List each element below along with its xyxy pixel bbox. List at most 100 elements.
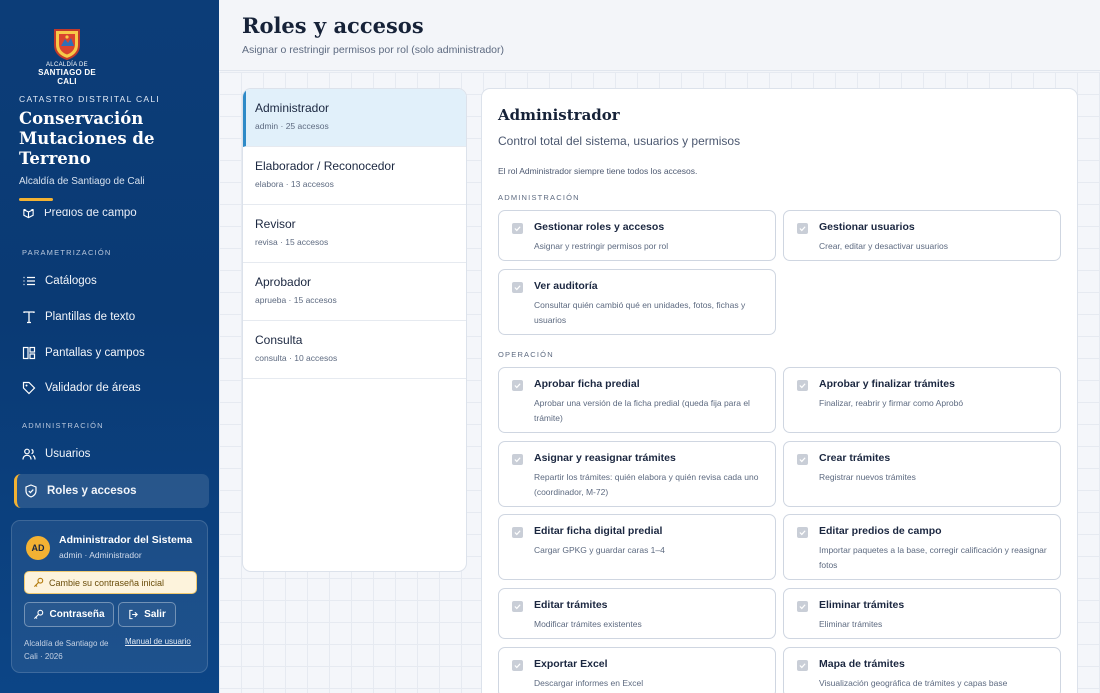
check-icon — [799, 383, 806, 389]
permission-description: Crear, editar y desactivar usuarios — [819, 241, 948, 251]
app-subtitle: Alcaldía de Santiago de Cali — [19, 176, 145, 187]
user-role: admin · Administrador — [59, 550, 142, 560]
logout-button[interactable]: Salir — [118, 602, 176, 627]
permission-card[interactable]: Eliminar trámites Eliminar trámites — [783, 588, 1061, 639]
role-name: Aprobador — [255, 275, 312, 289]
app-title: Conservación Mutaciones de Terreno — [19, 109, 155, 168]
permission-checkbox[interactable] — [512, 380, 523, 391]
permission-description: Cargar GPKG y guardar caras 1–4 — [534, 545, 665, 555]
role-item-administrador[interactable]: Administrador admin · 25 accesos — [243, 89, 466, 147]
brand-accent-line — [19, 198, 53, 201]
permission-card[interactable]: Crear trámites Registrar nuevos trámites — [783, 441, 1061, 507]
permission-title: Crear trámites — [819, 452, 891, 464]
sidebar-item-validador-de-areas[interactable]: Validador de áreas — [14, 371, 209, 405]
permission-title: Gestionar usuarios — [819, 221, 915, 233]
role-item-aprobador[interactable]: Aprobador aprueba · 15 accesos — [243, 263, 466, 321]
section-parametrizacion: PARAMETRIZACIÓN — [22, 248, 112, 257]
roles-list: Administrador admin · 25 accesos Elabora… — [242, 88, 467, 572]
page-header: Roles y accesos Asignar o restringir per… — [219, 0, 1100, 71]
permission-description: Modificar trámites existentes — [534, 619, 642, 629]
permission-checkbox[interactable] — [512, 454, 523, 465]
permission-card[interactable]: Editar trámites Modificar trámites exist… — [498, 588, 776, 639]
permission-checkbox[interactable] — [797, 223, 808, 234]
sidebar-item-plantillas-de-texto[interactable]: Plantillas de texto — [14, 300, 209, 334]
permission-checkbox[interactable] — [797, 454, 808, 465]
role-detail-description: Control total del sistema, usuarios y pe… — [498, 134, 741, 148]
permission-card[interactable]: Editar predios de campo Importar paquete… — [783, 514, 1061, 580]
permission-title: Ver auditoría — [534, 280, 598, 292]
sidebar-item-predios-de-campo[interactable]: Predios de campo — [22, 209, 137, 223]
check-icon — [514, 285, 521, 291]
permission-checkbox[interactable] — [512, 660, 523, 671]
permission-checkbox[interactable] — [512, 282, 523, 293]
permission-card[interactable]: Ver auditoría Consultar quién cambió qué… — [498, 269, 776, 335]
password-button-label: Contraseña — [49, 609, 105, 620]
page-title: Roles y accesos — [242, 13, 424, 38]
permission-description: Eliminar trámites — [819, 619, 883, 629]
permission-checkbox[interactable] — [797, 601, 808, 612]
sidebar-item-roles-y-accesos[interactable]: Roles y accesos — [14, 474, 209, 508]
section-administracion: ADMINISTRACIÓN — [22, 421, 104, 430]
permission-card[interactable]: Mapa de trámites Visualización geográfic… — [783, 647, 1061, 693]
permission-checkbox[interactable] — [512, 527, 523, 538]
permission-title: Mapa de trámites — [819, 658, 905, 670]
key-icon — [34, 609, 44, 620]
warning-text: Cambie su contraseña inicial — [49, 577, 165, 588]
permission-card[interactable]: Aprobar ficha predial Aprobar una versió… — [498, 367, 776, 433]
permission-checkbox[interactable] — [797, 660, 808, 671]
sidebar-item-label: Pantallas y campos — [45, 347, 145, 359]
permission-title: Gestionar roles y accesos — [534, 221, 665, 233]
permission-description: Aprobar una versión de la ficha predial … — [534, 398, 750, 423]
permission-checkbox[interactable] — [512, 223, 523, 234]
password-button[interactable]: Contraseña — [24, 602, 114, 627]
list-icon — [23, 276, 35, 286]
sidebar-item-label: Plantillas de texto — [45, 311, 136, 323]
layout-icon — [22, 346, 36, 360]
permission-title: Eliminar trámites — [819, 599, 905, 611]
tag-icon — [22, 381, 36, 395]
logout-icon — [129, 609, 139, 620]
avatar: AD — [26, 536, 50, 560]
sidebar-item-usuarios[interactable]: Usuarios — [14, 437, 209, 471]
permission-card[interactable]: Gestionar usuarios Crear, editar y desac… — [783, 210, 1061, 261]
check-icon — [799, 530, 806, 536]
permission-card[interactable]: Gestionar roles y accesos Asignar y rest… — [498, 210, 776, 261]
role-item-consulta[interactable]: Consulta consulta · 10 accesos — [243, 321, 466, 379]
role-item-revisor[interactable]: Revisor revisa · 15 accesos — [243, 205, 466, 263]
sidebar: ALCALDÍA DE SANTIAGO DE CALI CATASTRO DI… — [0, 0, 219, 693]
permission-description: Asignar y restringir permisos por rol — [534, 241, 669, 251]
alcaldia-logo: ALCALDÍA DE SANTIAGO DE CALI — [30, 28, 104, 86]
logo-line-2: SANTIAGO DE CALI — [38, 68, 96, 86]
role-name: Consulta — [255, 333, 303, 347]
permission-card[interactable]: Exportar Excel Descargar informes en Exc… — [498, 647, 776, 693]
permission-description: Finalizar, reabrir y firmar como Aprobó — [819, 398, 964, 408]
role-meta: revisa · 15 accesos — [255, 237, 329, 247]
sidebar-item-label: Catálogos — [45, 275, 97, 287]
permission-description: Descargar informes en Excel — [534, 678, 644, 688]
permission-checkbox[interactable] — [797, 527, 808, 538]
sidebar-item-catalogos[interactable]: Catálogos — [14, 264, 209, 298]
users-icon — [22, 448, 36, 460]
permission-checkbox[interactable] — [512, 601, 523, 612]
change-password-warning[interactable]: Cambie su contraseña inicial — [24, 571, 197, 594]
permission-title: Aprobar y finalizar trámites — [819, 378, 955, 390]
check-icon — [514, 383, 521, 389]
permission-title: Editar trámites — [534, 599, 608, 611]
user-name: Administrador del Sistema — [59, 534, 193, 546]
coat-of-arms-icon — [54, 29, 80, 60]
manual-link[interactable]: Manual de usuario — [125, 637, 191, 646]
permission-card[interactable]: Aprobar y finalizar trámites Finalizar, … — [783, 367, 1061, 433]
permission-card[interactable]: Editar ficha digital predial Cargar GPKG… — [498, 514, 776, 580]
role-detail-panel: Administrador Control total del sistema,… — [481, 88, 1078, 693]
sidebar-item-label: Validador de áreas — [45, 382, 141, 394]
check-icon — [799, 457, 806, 463]
text-icon — [23, 311, 35, 324]
role-item-elaborador[interactable]: Elaborador / Reconocedor elabora · 13 ac… — [243, 147, 466, 205]
permission-card[interactable]: Asignar y reasignar trámites Repartir lo… — [498, 441, 776, 507]
sidebar-item-pantallas-y-campos[interactable]: Pantallas y campos — [14, 336, 209, 370]
package-icon — [23, 209, 34, 219]
check-icon — [514, 226, 521, 232]
user-card: AD Administrador del Sistema admin · Adm… — [11, 520, 208, 673]
check-icon — [514, 530, 521, 536]
permission-checkbox[interactable] — [797, 380, 808, 391]
